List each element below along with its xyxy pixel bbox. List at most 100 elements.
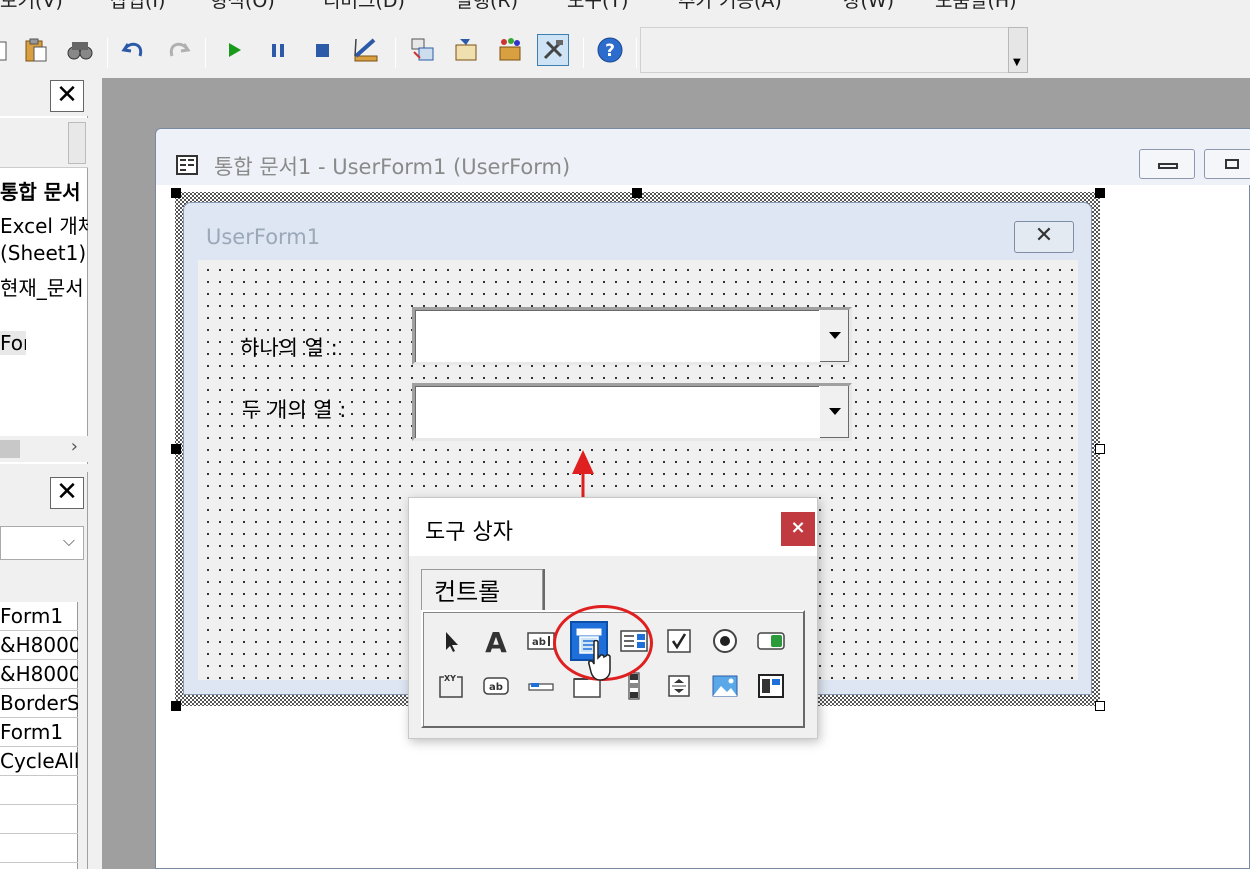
paste-icon[interactable] bbox=[20, 34, 52, 66]
menu-format[interactable]: 형식(O) bbox=[210, 0, 275, 13]
property-value[interactable] bbox=[0, 805, 78, 834]
tree-item-project[interactable]: 통합 문서 bbox=[0, 176, 88, 205]
pause-icon[interactable] bbox=[262, 34, 294, 66]
toolbar-separator bbox=[636, 38, 637, 68]
tree-item-excel-objects[interactable]: Excel 개체 bbox=[0, 210, 88, 239]
userform-title: UserForm1 bbox=[206, 225, 321, 249]
hand-cursor-icon bbox=[588, 640, 611, 681]
label-tool-icon[interactable]: A bbox=[478, 623, 514, 659]
find-icon[interactable] bbox=[64, 34, 96, 66]
toggle-button-tool-icon[interactable] bbox=[753, 623, 789, 659]
toolbar-separator bbox=[205, 38, 206, 68]
project-explorer-icon[interactable] bbox=[407, 34, 439, 66]
dropdown-arrow-button[interactable] bbox=[819, 310, 849, 362]
tab-controls[interactable]: 컨트롤 bbox=[421, 569, 543, 611]
resize-handle bbox=[1095, 188, 1105, 198]
tree-item-workbook[interactable]: 현재_문서 bbox=[0, 272, 88, 301]
property-value[interactable]: &H80000012 bbox=[0, 660, 78, 689]
tree-item-userform1[interactable]: Form1 bbox=[0, 331, 26, 355]
object-select[interactable]: ⌵ bbox=[0, 526, 84, 560]
menu-debug[interactable]: 디버그(D) bbox=[323, 0, 405, 13]
minimize-icon bbox=[1158, 163, 1178, 169]
dropdown-arrow-button[interactable] bbox=[819, 386, 849, 438]
resize-handle[interactable] bbox=[1095, 444, 1105, 454]
svg-text:?: ? bbox=[605, 41, 615, 61]
toolbox-icon[interactable] bbox=[537, 34, 569, 66]
property-value[interactable]: BorderStyle bbox=[0, 689, 78, 718]
menu-run[interactable]: 실행(R) bbox=[455, 0, 518, 13]
properties-panel: ✕ ⌵ Form1 &H8000000F &H80000012 BorderSt… bbox=[0, 472, 88, 869]
image-tool-icon[interactable] bbox=[707, 668, 743, 704]
resize-handle bbox=[171, 701, 181, 711]
property-value[interactable]: &H8000000F bbox=[0, 631, 78, 660]
userform-close-button[interactable]: ✕ bbox=[1014, 221, 1074, 253]
userform-icon bbox=[176, 155, 198, 175]
minimize-button[interactable] bbox=[1139, 149, 1195, 179]
toolbar-separator bbox=[583, 38, 584, 68]
standard-toolbar: ? bbox=[0, 16, 1250, 78]
svg-text:ab: ab bbox=[532, 637, 546, 648]
properties-header: ✕ bbox=[0, 472, 88, 516]
project-explorer-toolbar bbox=[0, 118, 88, 168]
horizontal-scrollbar[interactable]: › bbox=[0, 436, 88, 462]
project-explorer-panel: ✕ 통합 문서 Excel 개체 (Sheet1) 현재_문서 Form1 › bbox=[0, 78, 88, 464]
toolbar-overflow-button[interactable]: ▼ bbox=[1008, 27, 1028, 73]
frame-tool-icon[interactable]: XY bbox=[433, 668, 469, 704]
toolbar-overflow-button[interactable] bbox=[68, 122, 86, 164]
toolbar-separator bbox=[107, 38, 108, 68]
resize-handle bbox=[171, 188, 181, 198]
close-icon: × bbox=[790, 517, 806, 538]
property-value[interactable] bbox=[0, 834, 78, 863]
chevron-down-icon: ⌵ bbox=[62, 531, 75, 550]
menu-insert[interactable]: 삽입(I) bbox=[110, 0, 165, 13]
properties-window-icon[interactable] bbox=[450, 34, 482, 66]
checkbox-tool-icon[interactable] bbox=[661, 623, 697, 659]
property-value[interactable]: Form1 bbox=[0, 718, 78, 747]
menu-addins[interactable]: 추가 기능(A) bbox=[678, 0, 782, 13]
toolbar-separator bbox=[395, 38, 396, 68]
command-button-tool-icon[interactable]: ab bbox=[478, 668, 514, 704]
tree-item-sheet1[interactable]: (Sheet1) bbox=[0, 241, 88, 265]
refedit-tool-icon[interactable] bbox=[753, 668, 789, 704]
label-two-columns[interactable]: 두 개의 열 : bbox=[242, 394, 346, 424]
option-button-tool-icon[interactable] bbox=[707, 623, 743, 659]
close-icon: ✕ bbox=[1034, 223, 1054, 248]
run-icon[interactable] bbox=[218, 34, 250, 66]
undo-icon[interactable] bbox=[118, 34, 150, 66]
design-mode-icon[interactable] bbox=[350, 34, 382, 66]
menu-tools[interactable]: 도구(T) bbox=[567, 0, 628, 13]
spin-button-tool-icon[interactable] bbox=[661, 668, 697, 704]
property-value[interactable]: CycleAll bbox=[0, 747, 78, 776]
toolbar-position-box bbox=[640, 27, 1010, 73]
property-value[interactable] bbox=[0, 776, 78, 805]
help-icon[interactable]: ? bbox=[594, 34, 626, 66]
menu-window[interactable]: 창(W) bbox=[843, 0, 894, 13]
restore-button[interactable] bbox=[1204, 149, 1250, 179]
stop-icon[interactable] bbox=[306, 34, 338, 66]
select-pointer-tool-icon[interactable] bbox=[433, 623, 469, 659]
copy-icon[interactable] bbox=[0, 34, 18, 66]
property-value[interactable]: Form1 bbox=[0, 602, 78, 631]
menu-help[interactable]: 도움말(H) bbox=[935, 0, 1017, 13]
tabstrip-tool-icon[interactable] bbox=[523, 668, 559, 704]
chevron-right-icon[interactable]: › bbox=[71, 436, 78, 457]
menu-view[interactable]: 보기(V) bbox=[0, 0, 63, 13]
object-browser-icon[interactable] bbox=[494, 34, 526, 66]
toolbox-close-button[interactable]: × bbox=[781, 512, 815, 546]
resize-handle[interactable] bbox=[1095, 701, 1105, 711]
restore-icon bbox=[1225, 159, 1239, 169]
close-icon[interactable]: ✕ bbox=[50, 477, 84, 509]
combobox-two-columns[interactable] bbox=[412, 383, 852, 441]
label-one-column[interactable]: 하나의 열 : bbox=[240, 332, 338, 362]
scrollbar-thumb[interactable] bbox=[0, 440, 20, 458]
svg-text:A: A bbox=[485, 626, 507, 656]
designer-window-titlebar[interactable]: 통합 문서1 - UserForm1 (UserForm) bbox=[156, 129, 1250, 185]
combobox-one-column[interactable] bbox=[412, 307, 852, 365]
redo-icon bbox=[162, 34, 194, 66]
chevron-down-icon: ▼ bbox=[1013, 57, 1021, 68]
tab-controls-label: 컨트롤 bbox=[434, 578, 501, 606]
toolbox-titlebar[interactable]: 도구 상자 × bbox=[409, 498, 817, 556]
close-icon[interactable]: ✕ bbox=[50, 80, 84, 112]
svg-text:XY: XY bbox=[444, 674, 456, 683]
svg-text:ab: ab bbox=[489, 682, 503, 693]
